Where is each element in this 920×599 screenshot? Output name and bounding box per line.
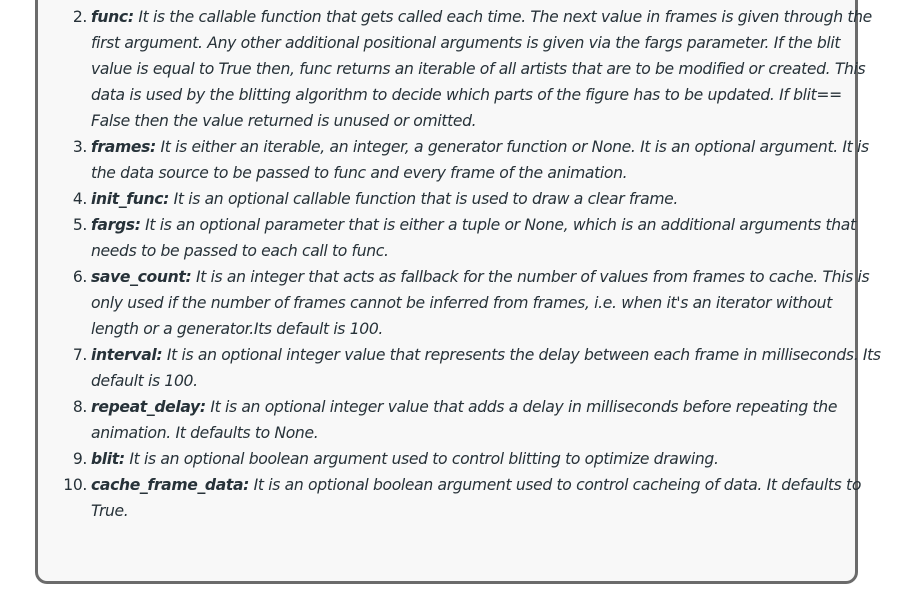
item-number: 9. <box>72 450 88 468</box>
item-description: It is either an iterable, an integer, a … <box>91 138 869 182</box>
item-description: It is an optional boolean argument used … <box>124 450 719 468</box>
item-number: 5. <box>72 216 88 234</box>
item-number: 8. <box>72 398 88 416</box>
item-description: It is an integer that acts as fallback f… <box>91 268 870 338</box>
list-item: 10. cache_frame_data: It is an optional b… <box>63 472 881 524</box>
list-item: 3. frames: It is either an iterable, an i… <box>73 134 881 186</box>
item-description: It is an optional callable function that… <box>169 190 679 208</box>
item-description: It is the callable function that gets ca… <box>91 8 872 130</box>
item-number: 3. <box>72 138 88 156</box>
item-term: interval: <box>91 346 163 364</box>
item-number: 4. <box>72 190 88 208</box>
item-description: It is an optional integer value that rep… <box>91 346 881 390</box>
item-term: cache_frame_data: <box>91 476 250 494</box>
item-term: frames: <box>91 138 156 156</box>
item-term: init_func: <box>91 190 170 208</box>
list-item: 9. blit: It is an optional boolean argume… <box>73 446 881 472</box>
item-term: save_count: <box>91 268 192 286</box>
item-description: It is an optional parameter that is eith… <box>91 216 856 260</box>
content-card: 2. func: It is the callable function that… <box>35 0 881 584</box>
list-item: 2. func: It is the callable function that… <box>73 4 881 134</box>
list-item: 4. init_func: It is an optional callable … <box>73 186 881 212</box>
item-term: repeat_delay: <box>91 398 206 416</box>
list-item: 7. interval: It is an optional integer va… <box>73 342 881 394</box>
item-number: 10. <box>63 476 87 494</box>
parameter-list: 2. func: It is the callable function that… <box>63 4 881 524</box>
item-term: blit: <box>91 450 125 468</box>
list-item: 8. repeat_delay: It is an optional intege… <box>73 394 881 446</box>
item-term: fargs: <box>91 216 141 234</box>
item-number: 7. <box>72 346 88 364</box>
list-item: 6. save_count: It is an integer that acts… <box>73 264 881 342</box>
item-number: 2. <box>72 8 88 26</box>
item-term: func: <box>91 8 134 26</box>
item-number: 6. <box>72 268 88 286</box>
list-item: 5. fargs: It is an optional parameter tha… <box>73 212 881 264</box>
